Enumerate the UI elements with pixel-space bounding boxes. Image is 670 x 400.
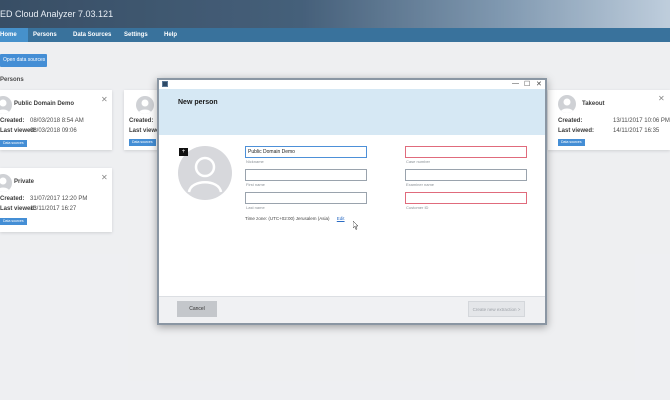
timezone-row: Time zone: (UTC+02:00) Jerusalem (Asia) …: [245, 216, 345, 221]
examiner-name-caption: Examiner name: [406, 182, 435, 187]
create-new-extraction-button[interactable]: Create new extraction >: [468, 301, 525, 317]
case-number-caption: Case number: [406, 159, 431, 164]
examiner-name-input[interactable]: [405, 169, 527, 181]
dialog-header: New person: [159, 89, 545, 135]
close-icon[interactable]: ✕: [536, 80, 542, 88]
customer-id-input[interactable]: [405, 192, 527, 204]
last-name-caption: Last name: [246, 205, 265, 210]
case-number-input[interactable]: [405, 146, 527, 158]
timezone-value: (UTC+02:00) Jerusalem (Asia): [268, 216, 330, 221]
first-name-caption: First name: [246, 182, 265, 187]
first-name-input[interactable]: [245, 169, 367, 181]
last-name-input[interactable]: [245, 192, 367, 204]
maximize-icon[interactable]: ☐: [524, 80, 530, 88]
app-icon: [162, 81, 168, 87]
dialog-title: New person: [178, 99, 218, 106]
cancel-button[interactable]: Cancel: [177, 301, 217, 317]
mouse-cursor-icon: [353, 221, 359, 230]
nickname-caption: Nickname: [246, 159, 264, 164]
customer-id-caption: Customer ID: [406, 205, 429, 210]
new-person-dialog: — ☐ ✕ New person + Public Domain Demo Ni…: [157, 78, 547, 325]
nickname-input[interactable]: Public Domain Demo: [245, 146, 367, 158]
timezone-label: Time zone:: [245, 216, 268, 221]
minimize-icon[interactable]: —: [512, 80, 519, 87]
timezone-edit-link[interactable]: Edit: [337, 216, 345, 221]
add-photo-button[interactable]: +: [179, 148, 188, 156]
dialog-footer: Cancel Create new extraction >: [159, 296, 545, 323]
